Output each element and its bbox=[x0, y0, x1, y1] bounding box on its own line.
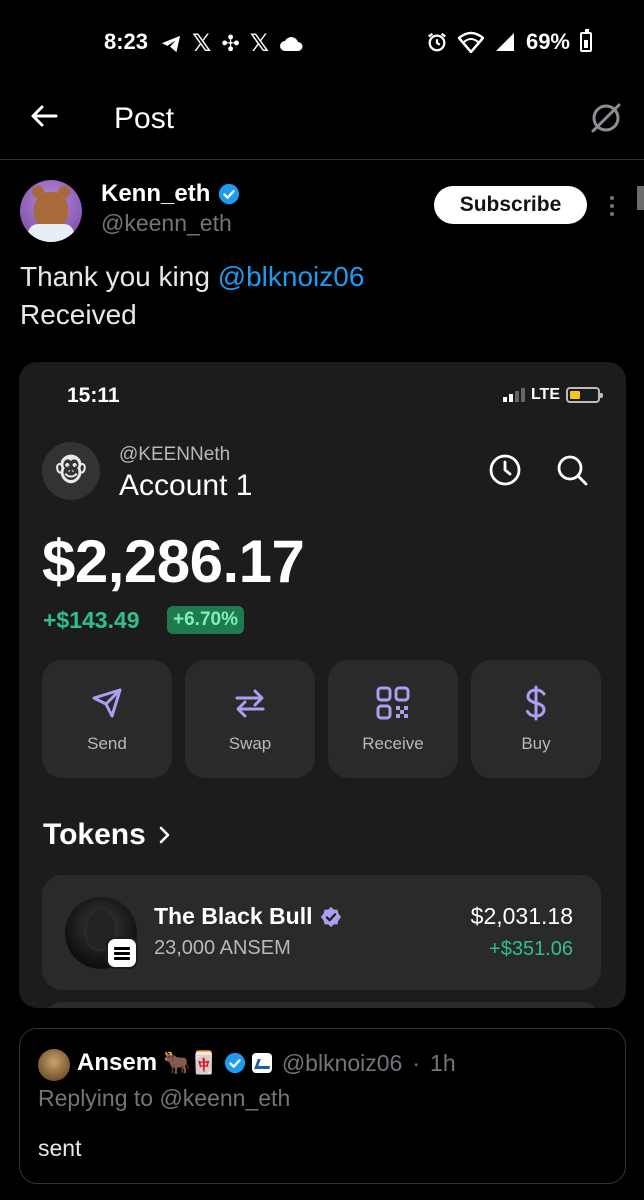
account-avatar: 🐵 bbox=[42, 442, 100, 500]
token-verified-icon bbox=[321, 906, 342, 927]
affiliate-badge-icon bbox=[251, 1053, 272, 1073]
swap-label: Swap bbox=[228, 734, 272, 753]
author-name-row[interactable]: Kenn_eth bbox=[101, 180, 240, 208]
pinwheel-icon: ✣ bbox=[221, 30, 240, 56]
token-name: The Black Bull bbox=[154, 903, 313, 929]
wallet-actions: Send Swap Receive Buy bbox=[42, 660, 601, 778]
author-handle[interactable]: @keenn_eth bbox=[101, 210, 232, 237]
quote-separator: · bbox=[412, 1049, 421, 1076]
grok-icon[interactable] bbox=[588, 100, 624, 136]
battery-icon bbox=[580, 29, 592, 52]
battery-percent: 69% bbox=[525, 29, 570, 54]
signal-bars-icon bbox=[502, 388, 525, 402]
quoted-post[interactable]: Ansem 🐂🀄 @blknoiz06 · 1h Replying to @ke… bbox=[19, 1028, 626, 1184]
send-action: Send bbox=[42, 660, 172, 778]
subscribe-button[interactable]: Subscribe bbox=[434, 186, 587, 224]
receive-label: Receive bbox=[362, 734, 424, 753]
scrollbar-thumb[interactable] bbox=[637, 186, 644, 210]
alarm-icon bbox=[428, 32, 446, 52]
token-row: The Black Bull 23,000 ANSEM $2,031.18 +$… bbox=[42, 875, 601, 990]
post-text: Thank you king @blknoiz06 Received bbox=[20, 258, 364, 334]
cloud-icon bbox=[280, 36, 303, 51]
post-text-line2: Received bbox=[20, 299, 137, 330]
wallet-status-icons: LTE bbox=[502, 386, 603, 404]
account-name: Account 1 bbox=[119, 469, 253, 502]
search-icon bbox=[557, 455, 588, 486]
wallet-battery-icon bbox=[566, 387, 603, 403]
status-time: 8:23 bbox=[104, 29, 149, 54]
x-logo-icon: 𝕏 bbox=[192, 30, 212, 57]
chevron-right-icon bbox=[159, 826, 170, 844]
qr-icon bbox=[376, 686, 410, 720]
swap-action: Swap bbox=[185, 660, 315, 778]
send-label: Send bbox=[87, 734, 127, 753]
send-icon bbox=[92, 688, 122, 718]
receive-action: Receive bbox=[328, 660, 458, 778]
quote-author-avatar[interactable] bbox=[38, 1049, 70, 1081]
wallet-status-time: 15:11 bbox=[67, 384, 120, 407]
token-value: $2,031.18 bbox=[470, 903, 573, 929]
buy-label: Buy bbox=[521, 734, 551, 753]
notification-icons: 𝕏 ✣ 𝕏 bbox=[160, 29, 303, 58]
post-media-image[interactable]: 15:11 LTE 🐵 @KEENNeth Account 1 $2,286.1… bbox=[19, 362, 626, 1008]
quote-author-handle[interactable]: @blknoiz06 bbox=[282, 1050, 403, 1077]
post-text-line1: Thank you king bbox=[20, 261, 218, 292]
token-amount: 23,000 ANSEM bbox=[154, 937, 291, 959]
page-title: Post bbox=[114, 102, 175, 135]
account-handle: @KEENNeth bbox=[119, 444, 231, 465]
tokens-title: Tokens bbox=[43, 818, 146, 851]
x-logo-icon-2: 𝕏 bbox=[249, 30, 270, 57]
tokens-heading: Tokens bbox=[43, 818, 172, 852]
balance-change-amount: +$143.49 bbox=[43, 607, 140, 633]
cell-signal-icon bbox=[495, 33, 514, 51]
back-arrow-icon[interactable] bbox=[28, 100, 60, 132]
solana-badge-icon bbox=[106, 937, 138, 969]
dollar-icon bbox=[526, 685, 546, 721]
swap-icon bbox=[235, 689, 265, 718]
author-name[interactable]: Kenn_eth bbox=[101, 180, 210, 208]
quote-timestamp: 1h bbox=[430, 1049, 456, 1076]
token-change: +$351.06 bbox=[489, 938, 573, 960]
buy-action: Buy bbox=[471, 660, 601, 778]
wifi-icon bbox=[457, 31, 484, 53]
author-avatar[interactable] bbox=[20, 180, 82, 242]
quote-verified-icon bbox=[224, 1052, 245, 1074]
network-label: LTE bbox=[530, 386, 560, 403]
mention-link[interactable]: @blknoiz06 bbox=[218, 261, 365, 292]
history-icon bbox=[489, 454, 521, 486]
replying-to: Replying to @keenn_eth bbox=[38, 1085, 291, 1111]
telegram-icon bbox=[161, 35, 181, 52]
quote-author-name[interactable]: Ansem bbox=[77, 1049, 157, 1077]
quote-author-row: Ansem 🐂🀄 @blknoiz06 · 1h bbox=[77, 1049, 456, 1077]
verified-badge-icon bbox=[219, 183, 240, 205]
token-name-row: The Black Bull bbox=[154, 903, 342, 930]
balance-change-percent: +6.70% bbox=[167, 606, 244, 634]
status-bar: 8:23 𝕏 ✣ 𝕏 69% bbox=[0, 0, 644, 86]
system-icons: 69% bbox=[426, 29, 592, 55]
quote-author-emojis: 🐂🀄 bbox=[163, 1050, 218, 1075]
quote-text: sent bbox=[38, 1135, 82, 1161]
token-row-partial bbox=[42, 1002, 601, 1008]
wallet-balance: $2,286.17 bbox=[42, 528, 305, 595]
top-app-bar: Post bbox=[0, 86, 644, 160]
more-options-icon[interactable] bbox=[608, 194, 616, 218]
